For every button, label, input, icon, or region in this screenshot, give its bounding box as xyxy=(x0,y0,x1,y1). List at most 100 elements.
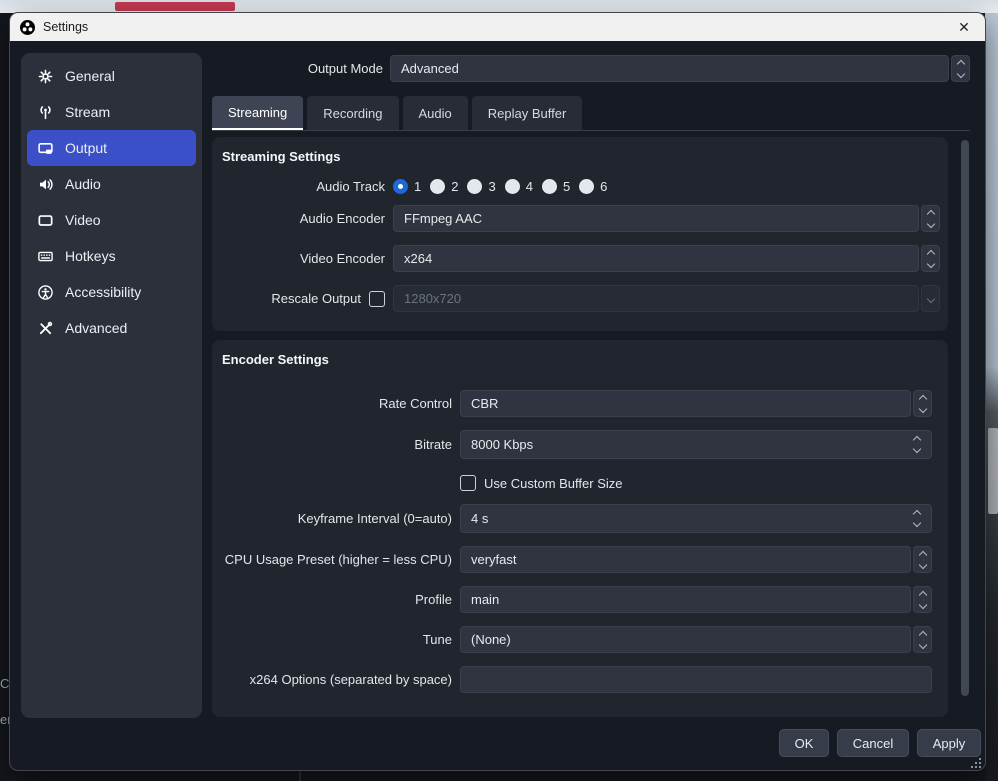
tune-value: (None) xyxy=(460,626,911,653)
sidebar-item-label: Audio xyxy=(65,176,101,192)
encoder-settings-group: Encoder Settings Rate Control CBR Bitrat… xyxy=(212,340,948,717)
video-encoder-row: Video Encoder x264 xyxy=(222,245,940,272)
profile-row: Profile main xyxy=(222,586,932,613)
combo-spinner[interactable] xyxy=(913,390,932,417)
chevron-down-icon xyxy=(918,600,926,608)
tab-audio[interactable]: Audio xyxy=(403,96,468,130)
audio-encoder-value: FFmpeg AAC xyxy=(393,205,919,232)
sidebar-item-hotkeys[interactable]: Hotkeys xyxy=(27,238,196,274)
sidebar-item-video[interactable]: Video xyxy=(27,202,196,238)
combo-spinner[interactable] xyxy=(921,205,940,232)
chevron-up-icon xyxy=(918,394,926,402)
sidebar-item-accessibility[interactable]: Accessibility xyxy=(27,274,196,310)
audio-encoder-row: Audio Encoder FFmpeg AAC xyxy=(222,205,940,232)
bitrate-row: Bitrate 8000 Kbps xyxy=(222,430,932,459)
tune-select[interactable]: (None) xyxy=(460,626,932,653)
keyframe-interval-value: 4 s xyxy=(471,511,488,526)
group-title: Encoder Settings xyxy=(222,352,329,367)
hotkeys-icon xyxy=(37,248,54,265)
output-tabs: Streaming Recording Audio Replay Buffer xyxy=(212,96,582,130)
rate-control-select[interactable]: CBR xyxy=(460,390,932,417)
sidebar-item-label: Output xyxy=(65,140,107,156)
close-icon[interactable]: ✕ xyxy=(943,13,985,41)
sidebar-item-output[interactable]: Output xyxy=(27,130,196,166)
custom-buffer-row: Use Custom Buffer Size xyxy=(460,474,622,492)
use-custom-buffer-size-checkbox[interactable] xyxy=(460,475,476,491)
audio-track-label: Audio Track xyxy=(222,179,385,194)
spin-up-icon[interactable] xyxy=(913,436,921,444)
video-encoder-select[interactable]: x264 xyxy=(393,245,940,272)
chevron-up-icon xyxy=(926,209,934,217)
chevron-up-icon xyxy=(918,590,926,598)
keyframe-interval-spinbox[interactable]: 4 s xyxy=(460,504,932,533)
obs-logo-icon xyxy=(20,20,35,35)
rate-control-row: Rate Control CBR xyxy=(222,390,932,417)
profile-select[interactable]: main xyxy=(460,586,932,613)
chevron-down-icon xyxy=(956,69,964,77)
tab-streaming[interactable]: Streaming xyxy=(212,96,303,130)
rescale-output-value: 1280x720 xyxy=(393,285,919,312)
combo-spinner[interactable] xyxy=(913,586,932,613)
combo-spinner[interactable] xyxy=(913,626,932,653)
audio-track-radio-5[interactable] xyxy=(542,179,557,194)
chevron-down-icon xyxy=(926,259,934,267)
sidebar-item-label: Stream xyxy=(65,104,110,120)
bitrate-spinbox[interactable]: 8000 Kbps xyxy=(460,430,932,459)
sidebar-item-label: Advanced xyxy=(65,320,127,336)
cpu-usage-preset-select[interactable]: veryfast xyxy=(460,546,932,573)
chevron-up-icon xyxy=(926,249,934,257)
audio-track-radio-1[interactable] xyxy=(393,179,408,194)
cancel-button[interactable]: Cancel xyxy=(837,729,909,757)
tab-recording[interactable]: Recording xyxy=(307,96,398,130)
apply-button[interactable]: Apply xyxy=(917,729,981,757)
gear-icon xyxy=(37,68,54,85)
profile-label: Profile xyxy=(222,592,452,607)
audio-icon xyxy=(37,176,54,193)
audio-track-radio-2[interactable] xyxy=(430,179,445,194)
video-icon xyxy=(37,212,54,229)
radio-label: 1 xyxy=(414,179,421,194)
sidebar-item-label: Accessibility xyxy=(65,284,141,300)
x264-options-input[interactable] xyxy=(460,666,932,693)
cpu-usage-preset-label: CPU Usage Preset (higher = less CPU) xyxy=(222,552,452,567)
rescale-output-checkbox[interactable] xyxy=(369,291,385,307)
output-icon xyxy=(37,140,54,157)
audio-track-radio-6[interactable] xyxy=(579,179,594,194)
output-mode-label: Output Mode xyxy=(293,55,383,82)
ok-button[interactable]: OK xyxy=(779,729,829,757)
settings-sidebar: General Stream Output xyxy=(21,53,202,718)
scrollbar-thumb[interactable] xyxy=(961,140,969,696)
chevron-up-icon xyxy=(956,59,964,67)
audio-track-radio-4[interactable] xyxy=(505,179,520,194)
spin-down-icon[interactable] xyxy=(913,519,921,527)
sidebar-item-audio[interactable]: Audio xyxy=(27,166,196,202)
radio-label: 6 xyxy=(600,179,607,194)
audio-track-radio-3[interactable] xyxy=(467,179,482,194)
cpu-usage-preset-value: veryfast xyxy=(460,546,911,573)
spin-down-icon[interactable] xyxy=(913,445,921,453)
combo-spinner[interactable] xyxy=(951,55,970,82)
sidebar-item-general[interactable]: General xyxy=(27,58,196,94)
tune-row: Tune (None) xyxy=(222,626,932,653)
combo-spinner xyxy=(921,285,940,312)
combo-spinner[interactable] xyxy=(913,546,932,573)
rate-control-value: CBR xyxy=(460,390,911,417)
combo-spinner[interactable] xyxy=(921,245,940,272)
audio-encoder-select[interactable]: FFmpeg AAC xyxy=(393,205,940,232)
radio-label: 2 xyxy=(451,179,458,194)
rescale-output-select: 1280x720 xyxy=(393,285,940,312)
sidebar-item-label: Hotkeys xyxy=(65,248,116,264)
sidebar-item-advanced[interactable]: Advanced xyxy=(27,310,196,346)
content-scrollbar[interactable] xyxy=(959,137,971,718)
radio-label: 3 xyxy=(488,179,495,194)
output-mode-select[interactable]: Advanced xyxy=(390,55,970,82)
audio-track-row: Audio Track 1 2 3 4 5 6 xyxy=(222,175,616,197)
settings-window: Settings ✕ General Stream xyxy=(10,13,985,770)
tab-replay-buffer[interactable]: Replay Buffer xyxy=(472,96,583,130)
streaming-settings-group: Streaming Settings Audio Track 1 2 3 4 5… xyxy=(212,137,948,331)
spin-up-icon[interactable] xyxy=(913,510,921,518)
chevron-up-icon xyxy=(918,630,926,638)
advanced-icon xyxy=(37,320,54,337)
sidebar-item-stream[interactable]: Stream xyxy=(27,94,196,130)
resize-grip[interactable] xyxy=(970,757,982,769)
